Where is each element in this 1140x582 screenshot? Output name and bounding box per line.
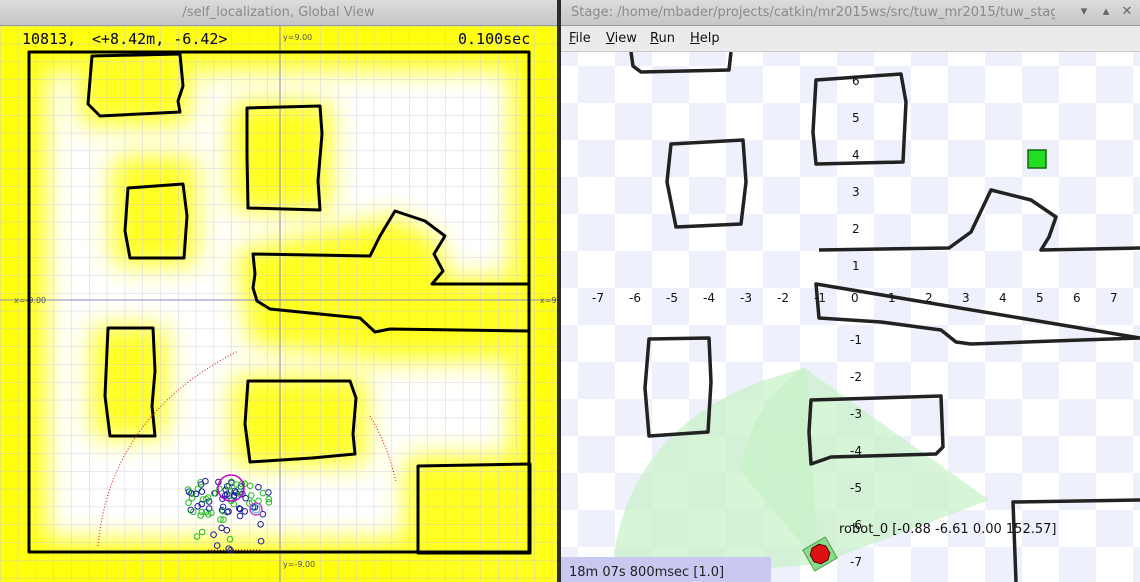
axis-label-top: y=9.00: [283, 33, 312, 42]
right-title-bar[interactable]: Stage: /home/mbader/projects/catkin/mr20…: [561, 0, 1140, 26]
stage-window: Stage: /home/mbader/projects/catkin/mr20…: [561, 0, 1140, 582]
x-tick-label: -3: [740, 291, 752, 305]
menu-bar: File View Run Help: [561, 26, 1140, 52]
global-view-canvas[interactable]: y=9.00 y=-9.00 x=-9.00 x=9.00: [0, 26, 557, 582]
x-tick-label: -5: [666, 291, 678, 305]
y-tick-label: 4: [852, 148, 860, 162]
x-tick-label: -4: [703, 291, 715, 305]
simulation-clock: 18m 07s 800msec [1.0]: [561, 557, 771, 582]
axis-label-right: x=9.00: [540, 296, 557, 305]
left-window-title: /self_localization, Global View: [182, 5, 375, 20]
x-tick-label: 2: [925, 291, 933, 305]
stage-canvas[interactable]: -7 -6 -5 -4 -3 -2 -1 0 1 2 3 4 5 6 7 654321-1-2-3-4-5-…: [561, 52, 1140, 582]
left-title-bar[interactable]: /self_localization, Global View: [0, 0, 557, 26]
hud-pose: <+8.42m, -6.42>: [92, 30, 228, 48]
right-window-title: Stage: /home/mbader/projects/catkin/mr20…: [571, 5, 1055, 20]
y-tick-label: 5: [852, 111, 860, 125]
y-tick-label: -2: [850, 370, 862, 384]
menu-help[interactable]: Help: [690, 31, 720, 46]
close-icon[interactable]: ✕: [1119, 4, 1135, 20]
x-tick-label: 6: [1073, 291, 1081, 305]
y-tick-label: -7: [850, 555, 862, 569]
x-tick-label: -2: [777, 291, 789, 305]
y-tick-label: -3: [850, 407, 862, 421]
y-tick-label: 1: [852, 259, 860, 273]
x-tick-label: 7: [1110, 291, 1118, 305]
y-tick-label: 3: [852, 185, 860, 199]
axis-label-bottom: y=-9.00: [283, 560, 315, 569]
robot-pose-label: robot_0 [-0.88 -6.61 0.00 152.57]: [839, 522, 1057, 537]
hud-counter: 10813,: [22, 30, 77, 48]
x-axis-ticks: -7 -6 -5 -4 -3 -2 -1 0 1 2 3 4 5 6 7: [592, 291, 1118, 305]
x-tick-label: -1: [814, 291, 826, 305]
hud-time: 0.100sec: [458, 30, 531, 48]
menu-file[interactable]: File: [569, 31, 591, 46]
x-tick-label: 3: [962, 291, 970, 305]
y-tick-label: -4: [850, 444, 862, 458]
x-tick-label: 0: [851, 291, 859, 305]
x-tick-label: -6: [629, 291, 641, 305]
x-tick-label: 1: [888, 291, 896, 305]
y-tick-label: 6: [852, 74, 860, 88]
x-tick-label: 4: [999, 291, 1007, 305]
menu-view[interactable]: View: [606, 31, 637, 46]
menu-run[interactable]: Run: [650, 31, 675, 46]
maximize-icon[interactable]: ▴: [1098, 4, 1114, 20]
y-tick-label: 2: [852, 222, 860, 236]
goal-marker: [1027, 149, 1047, 169]
self-localization-window: /self_localization, Global View y=9.00 y…: [0, 0, 557, 582]
x-tick-label: -7: [592, 291, 604, 305]
y-tick-label: -5: [850, 481, 862, 495]
minimize-icon[interactable]: ▾: [1076, 4, 1092, 20]
x-tick-label: 5: [1036, 291, 1044, 305]
y-tick-label: -1: [850, 333, 862, 347]
